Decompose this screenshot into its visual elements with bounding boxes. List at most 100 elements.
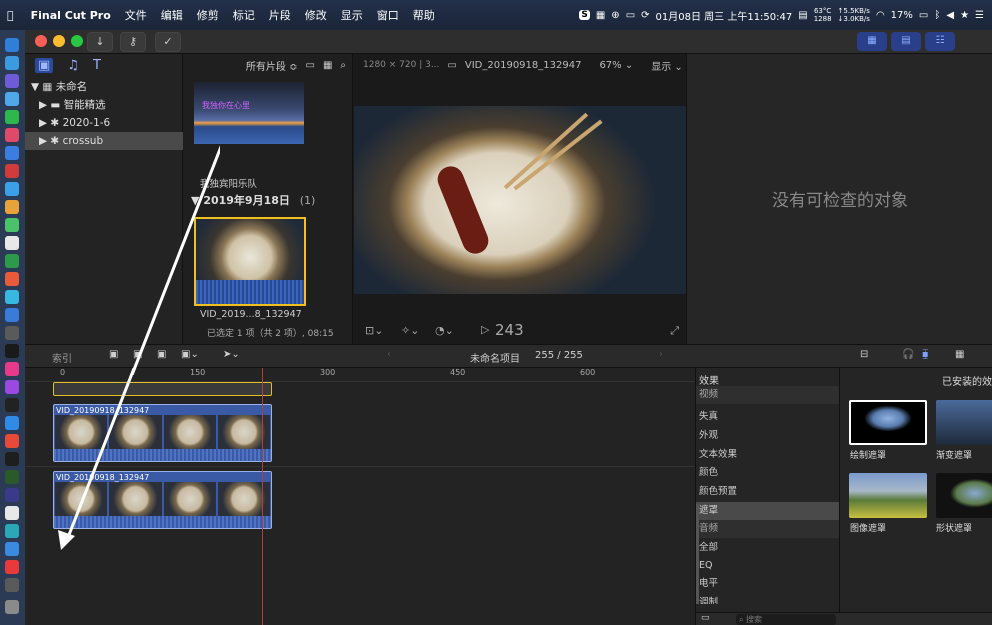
dock-app-icon[interactable] [5,74,19,88]
effects-category[interactable]: 颜色 [696,464,839,482]
dock-app-icon[interactable] [5,110,19,124]
show-inspector-button[interactable]: ☷ [925,32,955,51]
snapping-icon[interactable]: ▦ [955,349,964,360]
date-group-header[interactable]: ▼ 2019年9月18日 (1) [191,192,315,208]
effects-category[interactable]: 失真 [696,408,839,426]
timeline[interactable]: 0 150 300 450 600 VID_20190918_132947 VI… [25,368,695,625]
effects-category-video[interactable]: 视频 [696,386,839,404]
disclosure-closed-icon[interactable]: ▶ [39,99,47,111]
dock-app-icon[interactable] [5,416,19,430]
solo-icon[interactable]: ⧯ [922,349,928,360]
zoom-window-button[interactable] [71,35,83,47]
effects-category[interactable]: 全部 [696,539,839,557]
dock-app-icon[interactable] [5,290,19,304]
dock-app-icon[interactable] [5,308,19,322]
effects-category[interactable]: 文本效果 [696,446,839,464]
effects-category[interactable]: 颜色预置 [696,483,839,501]
playhead[interactable] [262,368,263,625]
zoom-dropdown[interactable]: 67% ⌄ [599,60,633,71]
filmstrip-icon[interactable]: ▦ [323,60,332,71]
dock-app-icon[interactable] [5,218,19,232]
effect-thumbnail-shape-mask[interactable] [936,473,992,518]
bluetooth-icon[interactable]: ᛒ [934,10,940,21]
dock-app-icon[interactable] [5,506,19,520]
dock-app-icon[interactable] [5,524,19,538]
volume-icon[interactable]: ◀ [946,10,954,21]
dock-app-icon[interactable] [5,38,19,52]
audio-skimming-icon[interactable]: 🎧 [902,349,914,360]
wifi-icon[interactable]: ◠ [876,10,885,21]
menu-file[interactable]: 文件 [118,7,154,23]
dock-app-icon[interactable] [5,326,19,340]
menu-help[interactable]: 帮助 [406,7,442,23]
forward-arrow-icon[interactable]: › [659,349,663,360]
disclosure-closed-icon[interactable]: ▶ [39,135,47,147]
clip-appearance-icon[interactable]: ▭ [305,60,314,71]
dock-app-icon[interactable] [5,56,19,70]
dock-app-icon[interactable] [5,488,19,502]
titles-generators-icon[interactable]: T [93,58,101,73]
background-tasks-button[interactable]: ✓ [155,32,181,52]
trash-icon[interactable] [5,600,19,614]
menu-app-name[interactable]: Final Cut Pro [21,9,118,22]
menu-view[interactable]: 显示 [334,7,370,23]
back-arrow-icon[interactable]: ‹ [387,349,391,360]
show-timeline-button[interactable]: ▤ [891,32,921,51]
library-root[interactable]: ▼ ▦ 未命名 [25,78,183,96]
search-icon[interactable]: ⌕ [340,60,346,71]
menu-edit[interactable]: 编辑 [154,7,190,23]
effects-category[interactable]: 外观 [696,427,839,445]
insert-clip-icon[interactable]: ▣ [133,349,142,360]
connect-clip-icon[interactable]: ▣ [109,349,118,360]
dock-app-icon[interactable] [5,146,19,160]
keywords-button[interactable]: ⚷ [120,32,146,52]
effects-category-audio[interactable]: 音频 [696,520,839,538]
dock-app-icon[interactable] [5,254,19,268]
effects-search-field[interactable]: ⌕ 搜索 [736,614,836,625]
video-frame[interactable] [354,106,687,294]
disclosure-closed-icon[interactable]: ▶ [39,117,47,129]
dock-app-icon[interactable] [5,92,19,106]
append-clip-icon[interactable]: ▣ [157,349,166,360]
keyboard-icon[interactable]: ▤ [798,10,807,21]
menu-modify[interactable]: 修改 [298,7,334,23]
dock-app-icon[interactable] [5,362,19,376]
dock-app-icon[interactable] [5,578,19,592]
index-button[interactable]: 索引 [52,350,72,365]
effects-category-scrollbar[interactable] [696,504,699,604]
effect-thumbnail-image-mask[interactable] [849,473,927,518]
menu-mark[interactable]: 标记 [226,7,262,23]
disclosure-open-icon[interactable]: ▼ [31,81,39,93]
dock-app-icon[interactable] [5,200,19,214]
overwrite-clip-icon[interactable]: ▣⌄ [181,349,199,360]
show-browser-button[interactable]: ▦ [857,32,887,51]
dock-app-icon[interactable] [5,452,19,466]
list-icon[interactable]: ☰ [975,10,984,21]
effects-category[interactable]: 调制 [696,594,839,604]
close-window-button[interactable] [35,35,47,47]
minimize-window-button[interactable] [53,35,65,47]
select-tool-icon[interactable]: ➤⌄ [223,349,240,360]
libraries-icon[interactable]: ▣ [35,57,54,73]
library-item-smart-collections[interactable]: ▶ ▬ 智能精选 [25,96,183,114]
battery-icon[interactable]: ▭ [919,10,928,21]
skimming-icon[interactable]: ⊟ [860,349,868,360]
grid-status-icon[interactable]: ▦ [596,10,605,21]
dock-app-icon[interactable] [5,470,19,484]
library-item-event-2020-1-6[interactable]: ▶ ✱ 2020-1-6 [25,114,183,132]
dock-app-icon[interactable] [5,236,19,250]
status-s-icon[interactable]: S [579,10,590,20]
clip-filter-dropdown[interactable]: 所有片段 ≎ [246,58,298,73]
dock-app-icon[interactable] [5,344,19,358]
enhance-icon[interactable]: ✧⌄ [401,324,419,337]
effects-category[interactable]: 电平 [696,575,839,593]
play-icon[interactable]: ▷ [481,323,489,336]
effects-category[interactable]: EQ [696,557,839,575]
speed-icon[interactable]: ◔⌄ [435,324,454,337]
globe-icon[interactable]: ⊕ [611,10,619,21]
transform-tool-icon[interactable]: ⊡⌄ [365,324,383,337]
dock-app-icon[interactable] [5,128,19,142]
fullscreen-icon[interactable]: ⤢ [670,324,679,338]
clock-text[interactable]: 01月08日 周三 上午11:50:47 [656,8,793,23]
dock-app-icon[interactable] [5,182,19,196]
